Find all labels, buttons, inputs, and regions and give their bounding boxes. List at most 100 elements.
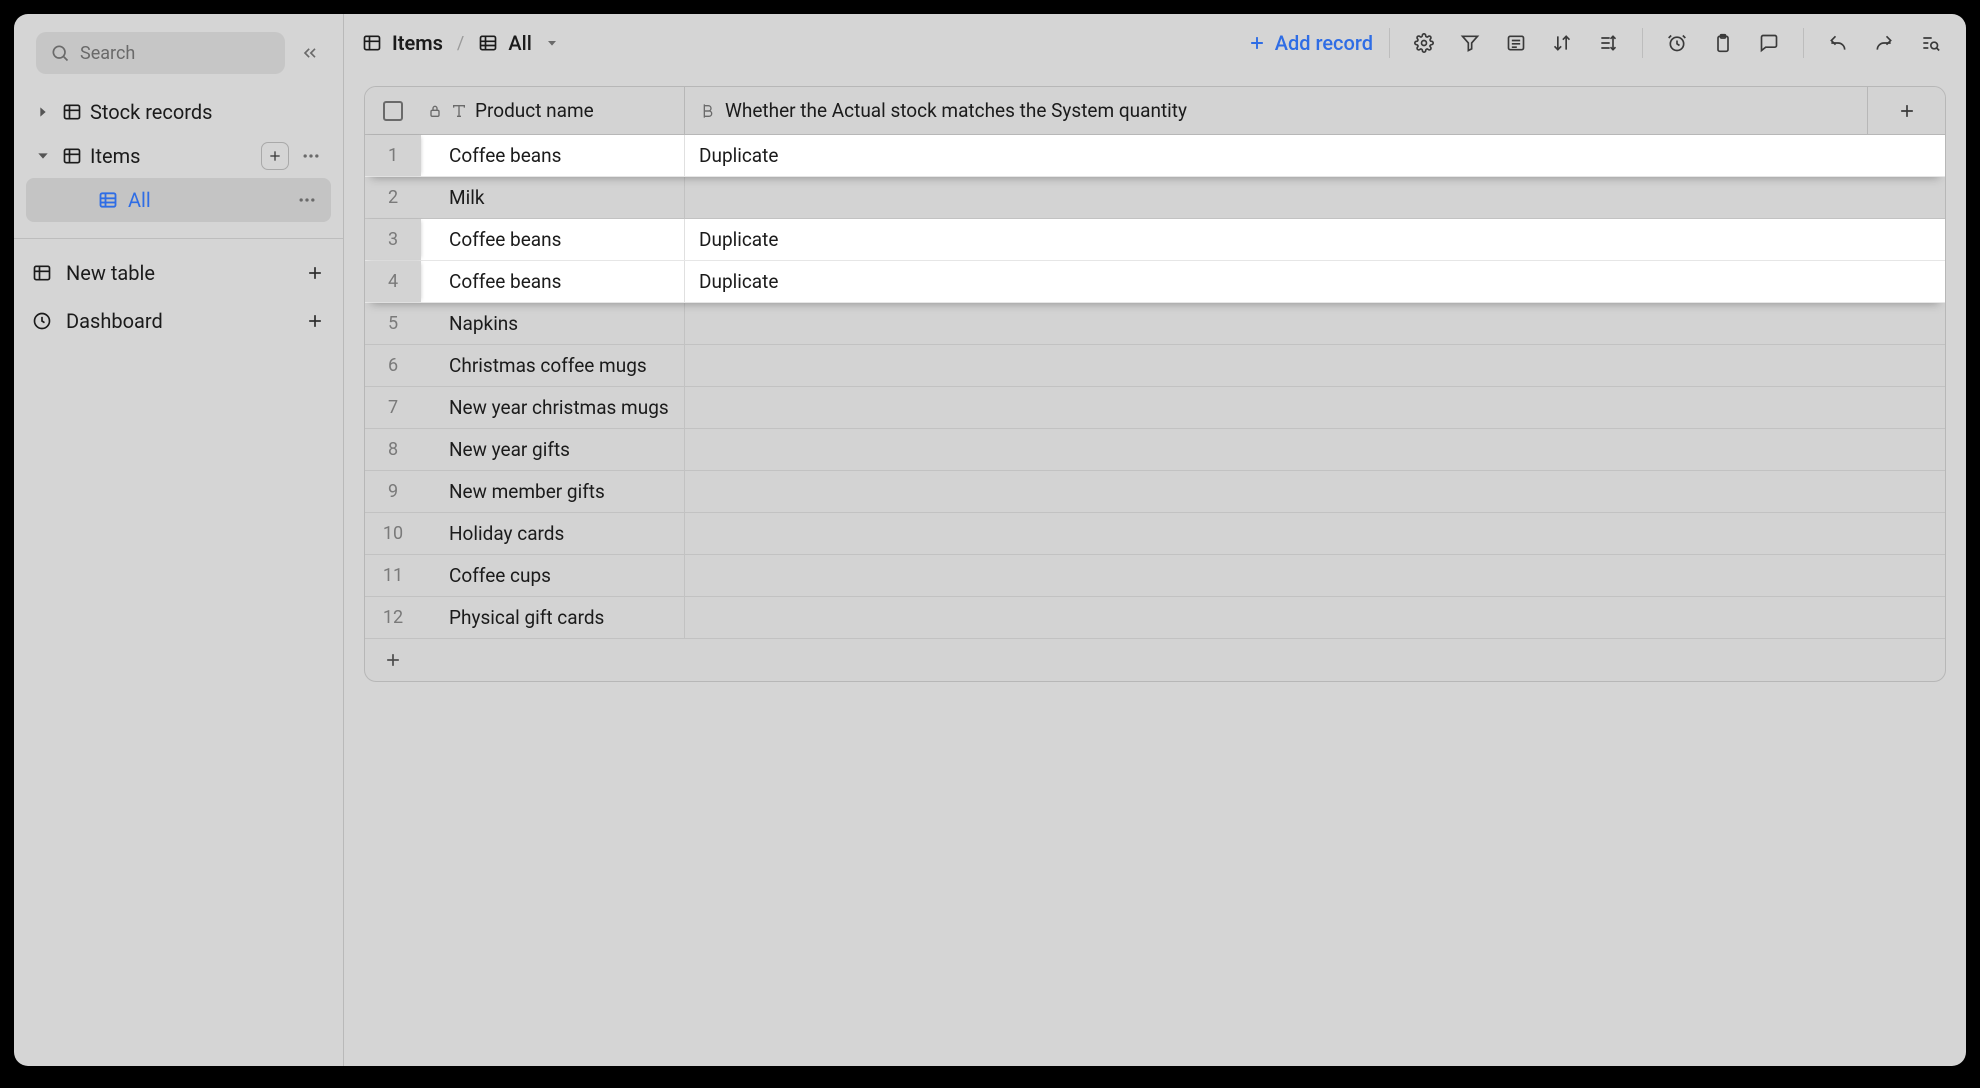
dots-icon bbox=[301, 146, 321, 166]
cell-empty bbox=[1867, 303, 1945, 344]
toolbar-divider bbox=[1642, 28, 1643, 58]
plus-icon bbox=[1897, 101, 1917, 121]
sort-button[interactable] bbox=[1544, 25, 1580, 61]
cell-stock-match[interactable]: Duplicate bbox=[685, 135, 1867, 176]
group-button[interactable] bbox=[1498, 25, 1534, 61]
cell-stock-match[interactable]: Duplicate bbox=[685, 219, 1867, 260]
cell-value: Duplicate bbox=[699, 228, 778, 251]
cell-empty bbox=[1867, 345, 1945, 386]
sidebar-view-all[interactable]: All bbox=[26, 178, 331, 222]
clock-icon bbox=[32, 311, 52, 331]
cell-value: New year christmas mugs bbox=[449, 396, 669, 419]
cell-stock-match[interactable] bbox=[685, 555, 1867, 596]
sidebar-item-stock-records[interactable]: Stock records bbox=[26, 90, 331, 134]
sidebar-divider bbox=[14, 238, 343, 239]
cell-product-name[interactable]: New year christmas mugs bbox=[421, 387, 685, 428]
new-table-label: New table bbox=[66, 261, 291, 285]
table-icon bbox=[32, 263, 52, 283]
add-row-button[interactable] bbox=[365, 639, 1945, 681]
cell-value: Milk bbox=[449, 186, 484, 209]
cell-empty bbox=[1867, 555, 1945, 596]
breadcrumb-table-label: Items bbox=[392, 31, 443, 55]
view-more-button[interactable] bbox=[293, 190, 321, 210]
table-row[interactable]: 8New year gifts bbox=[365, 429, 1945, 471]
comment-button[interactable] bbox=[1751, 25, 1787, 61]
column-header-product-name[interactable]: Product name bbox=[421, 87, 685, 134]
row-height-button[interactable] bbox=[1590, 25, 1626, 61]
table-row[interactable]: 12Physical gift cards bbox=[365, 597, 1945, 639]
row-number: 12 bbox=[365, 597, 421, 638]
cell-value: Christmas coffee mugs bbox=[449, 354, 647, 377]
more-button[interactable] bbox=[297, 146, 325, 166]
add-column-button[interactable] bbox=[1867, 87, 1945, 134]
cell-empty bbox=[1867, 261, 1945, 302]
cell-stock-match[interactable] bbox=[685, 387, 1867, 428]
sidebar-item-items[interactable]: Items bbox=[26, 134, 331, 178]
dashboard-button[interactable]: Dashboard bbox=[14, 297, 343, 345]
table-row[interactable]: 7New year christmas mugs bbox=[365, 387, 1945, 429]
data-table: Product name Whether the Actual stock ma… bbox=[364, 86, 1946, 682]
new-table-button[interactable]: New table bbox=[14, 249, 343, 297]
filter-button[interactable] bbox=[1452, 25, 1488, 61]
row-number: 6 bbox=[365, 345, 421, 386]
cell-stock-match[interactable] bbox=[685, 177, 1867, 218]
settings-button[interactable] bbox=[1406, 25, 1442, 61]
add-view-button[interactable] bbox=[261, 142, 289, 170]
find-button[interactable] bbox=[1912, 25, 1948, 61]
table-row[interactable]: 5Napkins bbox=[365, 303, 1945, 345]
table-row[interactable]: 6 Christmas coffee mugs bbox=[365, 345, 1945, 387]
cell-product-name[interactable]: Coffee beans bbox=[421, 219, 685, 260]
chevrons-left-icon bbox=[300, 43, 320, 63]
table-row[interactable]: 11Coffee cups bbox=[365, 555, 1945, 597]
sidebar-tree: Stock records Items bbox=[14, 84, 343, 228]
breadcrumb-table[interactable]: Items bbox=[362, 31, 443, 55]
select-all-cell[interactable] bbox=[365, 87, 421, 134]
cell-product-name[interactable]: Physical gift cards bbox=[421, 597, 685, 638]
sidebar: Search Stock records bbox=[14, 14, 344, 1066]
cell-stock-match[interactable] bbox=[685, 429, 1867, 470]
clipboard-icon bbox=[1713, 33, 1733, 53]
row-number: 10 bbox=[365, 513, 421, 554]
undo-button[interactable] bbox=[1820, 25, 1856, 61]
cell-product-name[interactable]: Milk bbox=[421, 177, 685, 218]
toolbar: Items / All Add record bbox=[344, 14, 1966, 72]
redo-button[interactable] bbox=[1866, 25, 1902, 61]
reminder-button[interactable] bbox=[1659, 25, 1695, 61]
cell-stock-match[interactable] bbox=[685, 597, 1867, 638]
cell-product-name[interactable]: Coffee beans bbox=[421, 135, 685, 176]
cell-product-name[interactable]: Holiday cards bbox=[421, 513, 685, 554]
cell-product-name[interactable]: Coffee beans bbox=[421, 261, 685, 302]
table-icon bbox=[62, 102, 82, 122]
cell-stock-match[interactable] bbox=[685, 513, 1867, 554]
row-height-icon bbox=[1598, 33, 1618, 53]
text-field-icon bbox=[451, 103, 467, 119]
cell-stock-match[interactable] bbox=[685, 345, 1867, 386]
cell-stock-match[interactable] bbox=[685, 303, 1867, 344]
dots-icon bbox=[297, 190, 317, 210]
undo-icon bbox=[1828, 33, 1848, 53]
cell-product-name[interactable]: New member gifts bbox=[421, 471, 685, 512]
table-row[interactable]: 10Holiday cards bbox=[365, 513, 1945, 555]
column-header-label: Product name bbox=[475, 99, 594, 122]
table-row[interactable]: 4Coffee beansDuplicate bbox=[365, 261, 1945, 303]
breadcrumb-view[interactable]: All bbox=[478, 31, 559, 55]
cell-product-name[interactable]: Christmas coffee mugs bbox=[421, 345, 685, 386]
table-row[interactable]: 9New member gifts bbox=[365, 471, 1945, 513]
clipboard-button[interactable] bbox=[1705, 25, 1741, 61]
cell-stock-match[interactable] bbox=[685, 471, 1867, 512]
table-row[interactable]: 2Milk bbox=[365, 177, 1945, 219]
cell-stock-match[interactable]: Duplicate bbox=[685, 261, 1867, 302]
caret-down-icon bbox=[32, 148, 54, 164]
search-input[interactable]: Search bbox=[36, 32, 285, 74]
table-row[interactable]: 1Coffee beansDuplicate bbox=[365, 135, 1945, 177]
column-header-stock-match[interactable]: Whether the Actual stock matches the Sys… bbox=[685, 87, 1867, 134]
grid-view-icon bbox=[478, 33, 498, 53]
formula-icon bbox=[699, 103, 715, 119]
collapse-sidebar-button[interactable] bbox=[295, 38, 325, 68]
add-record-button[interactable]: Add record bbox=[1247, 31, 1373, 55]
cell-product-name[interactable]: New year gifts bbox=[421, 429, 685, 470]
cell-product-name[interactable]: Coffee cups bbox=[421, 555, 685, 596]
plus-icon bbox=[305, 263, 325, 283]
table-row[interactable]: 3Coffee beansDuplicate bbox=[365, 219, 1945, 261]
cell-product-name[interactable]: Napkins bbox=[421, 303, 685, 344]
